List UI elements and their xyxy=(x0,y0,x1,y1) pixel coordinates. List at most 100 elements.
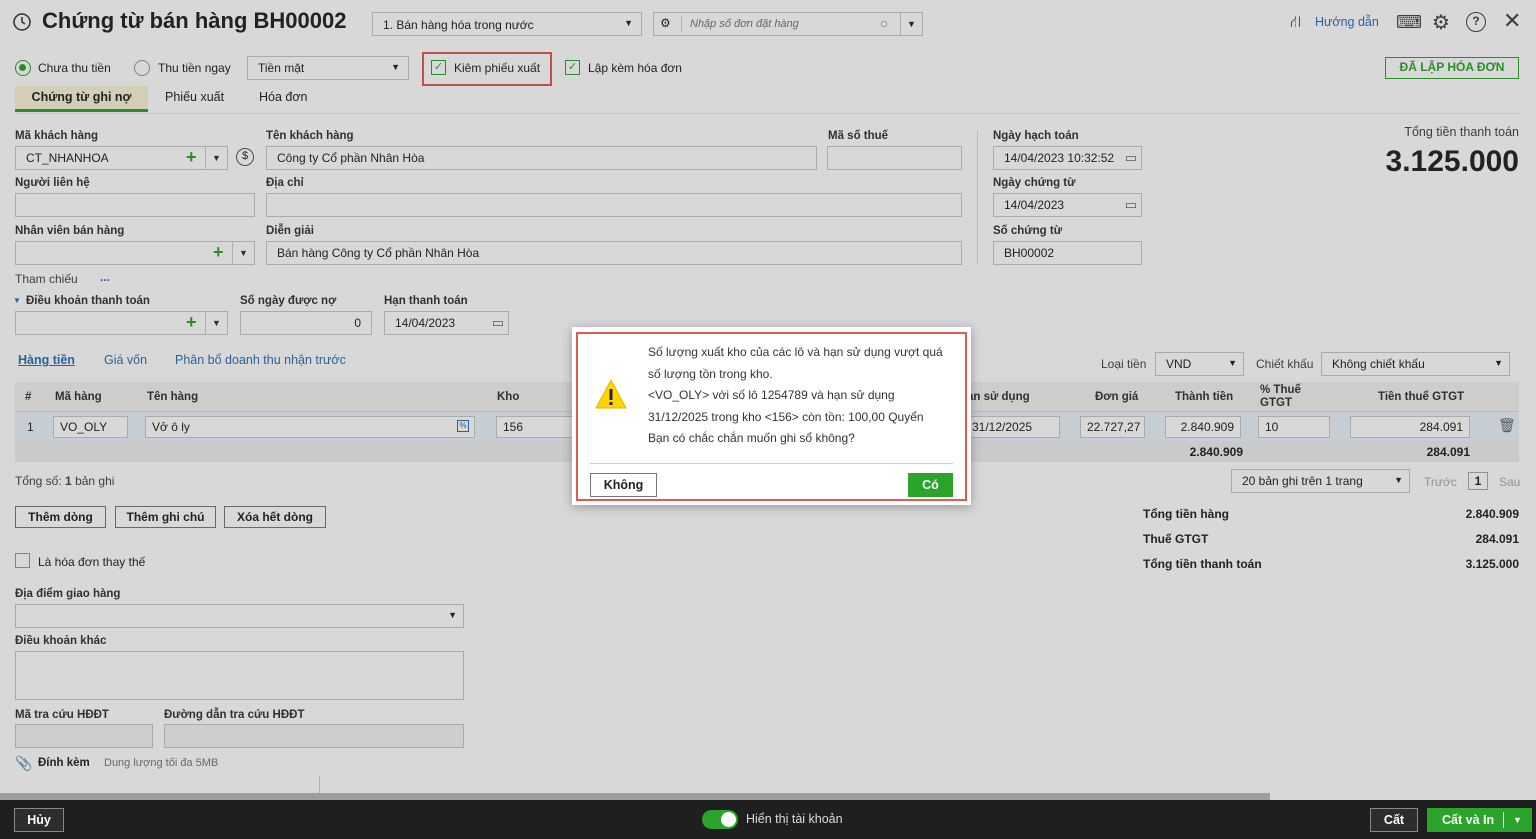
row-price[interactable]: 22.727,27 xyxy=(1080,416,1145,438)
calendar-icon[interactable]: ▭ xyxy=(492,315,504,331)
close-icon[interactable]: ✕ xyxy=(1503,8,1521,34)
currency-circle-icon[interactable]: $ xyxy=(236,148,254,166)
doc-no-field[interactable]: BH00002 xyxy=(993,241,1142,265)
current-page[interactable]: 1 xyxy=(1468,472,1488,490)
replacement-invoice-checkbox[interactable] xyxy=(15,553,30,568)
paperclip-icon[interactable]: 📎 xyxy=(15,755,32,772)
summary-vat-label: Thuế GTGT xyxy=(1143,532,1209,546)
currency-select[interactable]: VND ▼ xyxy=(1155,352,1244,376)
save-print-button[interactable]: Cất và In ▼ xyxy=(1427,808,1532,832)
total-payment-label: Tổng tiền thanh toán xyxy=(1404,125,1519,139)
doc-date-field[interactable]: 14/04/2023 ▭ xyxy=(993,193,1142,217)
gear-icon[interactable]: ⚙ xyxy=(1432,10,1450,35)
description-field[interactable]: Bán hàng Công ty Cổ phần Nhân Hòa xyxy=(266,241,962,265)
page-size-select[interactable]: 20 bản ghi trên 1 trang ▼ xyxy=(1231,469,1410,493)
guide-link[interactable]: Hướng dẫn xyxy=(1315,15,1379,29)
keyboard-icon[interactable]: ⌨ xyxy=(1396,12,1422,33)
checkbox-invoice[interactable]: ✓ xyxy=(565,60,580,75)
clear-rows-button[interactable]: Xóa hết dòng xyxy=(224,506,326,528)
other-terms-label: Điều khoản khác xyxy=(15,635,107,647)
payment-terms-field[interactable]: + ▼ xyxy=(15,311,228,335)
settings-small-icon[interactable]: ⚙ xyxy=(660,16,682,32)
prev-page[interactable]: Trước xyxy=(1424,475,1457,489)
payment-method-select[interactable]: Tiền mặt ▼ xyxy=(247,56,409,80)
sale-type-select[interactable]: 1. Bán hàng hóa trong nước ▼ xyxy=(372,12,642,36)
tab-label: Phiếu xuất xyxy=(165,90,225,104)
row-amount[interactable]: 2.840.909 xyxy=(1165,416,1241,438)
order-search[interactable]: ⚙ ○ ▼ xyxy=(653,12,923,36)
chevron-down-icon[interactable]: ▼ xyxy=(232,242,254,264)
replacement-invoice-label: Là hóa đơn thay thế xyxy=(38,555,146,569)
subtab-cost[interactable]: Giá vốn xyxy=(104,353,147,367)
dialog-no-button[interactable]: Không xyxy=(590,473,657,497)
show-accounts-toggle[interactable] xyxy=(702,810,738,829)
collapse-icon[interactable]: ▼ xyxy=(13,296,21,305)
attach-label[interactable]: Đính kèm xyxy=(38,757,90,769)
lookup-url-field[interactable] xyxy=(164,724,464,748)
tab-export[interactable]: Phiếu xuất xyxy=(165,86,224,112)
row-code[interactable]: VO_OLY xyxy=(53,416,128,438)
attach-area xyxy=(15,776,320,794)
subtab-goods[interactable]: Hàng tiền xyxy=(18,353,75,367)
posting-date-label: Ngày hạch toán xyxy=(993,130,1079,142)
footer-bar: Hủy Hiển thị tài khoản Cất Cất và In ▼ xyxy=(0,800,1536,839)
row-vat-rate[interactable]: 10 xyxy=(1258,416,1330,438)
row-expiry[interactable]: 31/12/2025 xyxy=(965,416,1060,438)
row-vat-amount[interactable]: 284.091 xyxy=(1350,416,1470,438)
calendar-icon[interactable]: ▭ xyxy=(1125,150,1137,166)
reference-more-link[interactable]: ... xyxy=(100,270,110,284)
chevron-down-icon[interactable]: ▼ xyxy=(205,147,227,169)
order-search-input[interactable] xyxy=(690,16,870,32)
checkbox-export[interactable]: ✓ xyxy=(431,60,446,75)
chevron-down-icon[interactable]: ▼ xyxy=(900,13,922,35)
subtab-deferred-revenue[interactable]: Phân bổ doanh thu nhận trước xyxy=(175,353,346,367)
add-icon[interactable]: + xyxy=(186,312,197,332)
calendar-icon[interactable]: ▭ xyxy=(1125,197,1137,213)
cancel-button[interactable]: Hủy xyxy=(14,808,64,832)
other-terms-textarea[interactable] xyxy=(15,651,464,700)
staff-field[interactable]: + ▼ xyxy=(15,241,255,265)
due-date-field[interactable]: 14/04/2023 ▭ xyxy=(384,311,509,335)
search-icon[interactable]: ○ xyxy=(880,15,888,31)
help-icon[interactable]: ? xyxy=(1466,12,1486,32)
customer-code-field[interactable]: CT_NHANHOA + ▼ xyxy=(15,146,228,170)
next-page[interactable]: Sau xyxy=(1499,475,1520,489)
due-date-label: Hạn thanh toán xyxy=(384,295,468,307)
add-note-button[interactable]: Thêm ghi chú xyxy=(115,506,216,528)
trash-icon[interactable]: 🗑 xyxy=(1498,417,1516,434)
radio-paid[interactable] xyxy=(134,60,150,76)
guide-icon[interactable]: ⛙ xyxy=(1290,13,1301,33)
customer-name-field[interactable]: Công ty Cổ phần Nhân Hòa xyxy=(266,146,817,170)
add-icon[interactable]: + xyxy=(186,147,197,167)
tab-invoice[interactable]: Hóa đơn xyxy=(259,86,308,112)
horizontal-scrollbar[interactable] xyxy=(0,793,1270,800)
radio-unpaid[interactable] xyxy=(15,60,31,76)
reference-label: Tham chiếu xyxy=(15,272,78,286)
doc-date-value: 14/04/2023 xyxy=(1004,198,1065,212)
save-button[interactable]: Cất xyxy=(1370,808,1418,832)
doc-no-value: BH00002 xyxy=(1004,246,1055,260)
tab-label: Hóa đơn xyxy=(259,90,308,104)
lookup-code-field[interactable] xyxy=(15,724,153,748)
posting-date-field[interactable]: 14/04/2023 10:32:52 ▭ xyxy=(993,146,1142,170)
tax-code-field[interactable] xyxy=(827,146,962,170)
col-amount: Thành tiền xyxy=(1175,391,1234,403)
tab-label: Chứng từ ghi nợ xyxy=(31,90,132,104)
add-icon[interactable]: + xyxy=(213,242,224,262)
row-name[interactable]: Vở ô ly xyxy=(145,416,475,438)
add-row-button[interactable]: Thêm dòng xyxy=(15,506,106,528)
attach-hint: Dung lượng tối đa 5MB xyxy=(104,757,219,769)
credit-days-field[interactable]: 0 xyxy=(240,311,372,335)
col-index: # xyxy=(25,391,32,403)
delivery-select[interactable]: ▼ xyxy=(15,604,464,628)
discount-select[interactable]: Không chiết khấu ▼ xyxy=(1321,352,1510,376)
lookup-icon[interactable]: % xyxy=(457,420,469,432)
address-field[interactable] xyxy=(266,193,962,217)
chevron-down-icon[interactable]: ▼ xyxy=(205,312,227,334)
dialog-yes-button[interactable]: Có xyxy=(908,473,953,497)
invoice-status-badge: ĐÃ LẬP HÓA ĐƠN xyxy=(1385,57,1519,79)
chevron-down-icon[interactable]: ▼ xyxy=(1513,808,1522,832)
tab-debit-voucher[interactable]: Chứng từ ghi nợ xyxy=(15,86,148,112)
history-icon[interactable] xyxy=(12,12,32,32)
contact-field[interactable] xyxy=(15,193,255,217)
